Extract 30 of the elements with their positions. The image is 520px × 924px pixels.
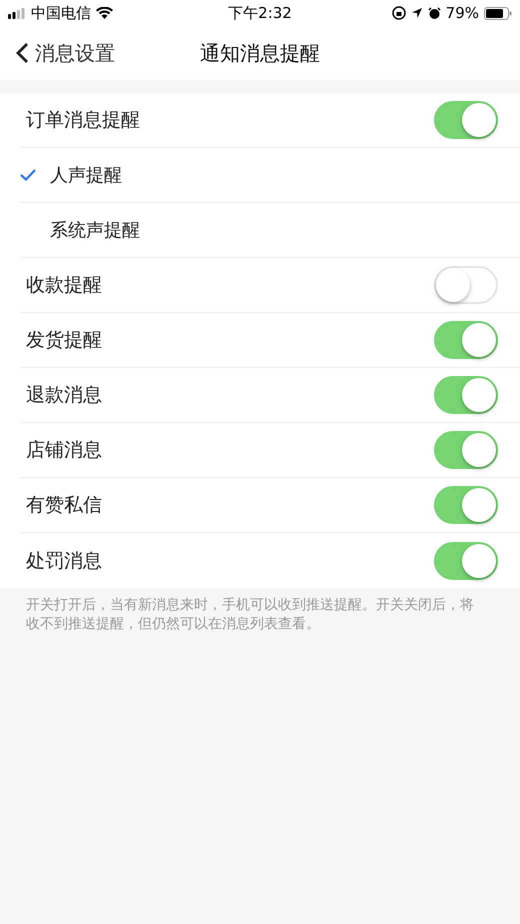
checkmark-icon [20, 169, 36, 181]
signal-icon [8, 8, 26, 18]
setting-label: 店铺消息 [26, 438, 102, 463]
setting-label: 收款提醒 [26, 273, 102, 298]
battery-percent: 79% [446, 4, 479, 22]
toggle-switch[interactable] [434, 542, 498, 580]
back-button[interactable]: 消息设置 [0, 40, 115, 66]
toggle-switch[interactable] [434, 486, 498, 524]
sound-option[interactable]: 系统声提醒 [20, 218, 140, 242]
footnote-text: 开关打开后，当有新消息来时，手机可以收到推送提醒。开关关闭后，将收不到推送提醒，但仍然可以在消息列表查看。 [26, 596, 475, 634]
setting-label: 订单消息提醒 [26, 108, 140, 133]
toggle-switch[interactable] [434, 101, 498, 139]
setting-label: 发货提醒 [26, 328, 102, 353]
page-title: 通知消息提醒 [200, 40, 320, 66]
toggle-switch[interactable] [434, 321, 498, 359]
sound-option[interactable]: 人声提醒 [20, 163, 122, 187]
battery-icon [484, 6, 512, 20]
rotation-lock-icon [392, 6, 406, 20]
alarm-icon [428, 6, 441, 20]
carrier-name: 中国电信 [31, 4, 91, 22]
toggle-switch[interactable] [434, 431, 498, 469]
wifi-icon [96, 7, 113, 19]
back-chevron-icon [16, 42, 29, 64]
setting-label: 有赞私信 [26, 493, 102, 518]
toggle-switch[interactable] [434, 266, 498, 304]
setting-label: 退款消息 [26, 383, 102, 408]
location-icon [410, 7, 423, 19]
status-time: 下午2:32 [228, 4, 292, 22]
setting-label: 处罚消息 [26, 548, 102, 574]
toggle-switch[interactable] [434, 376, 498, 414]
